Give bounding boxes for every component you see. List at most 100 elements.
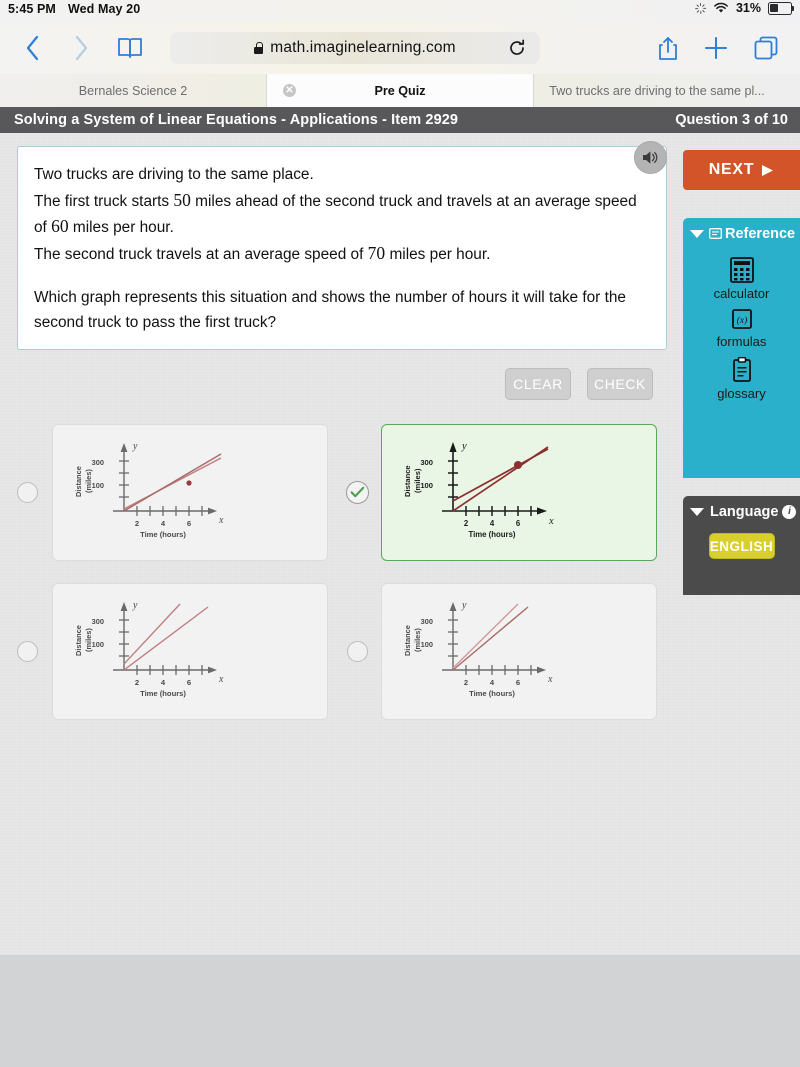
reference-tool-calculator-label: calculator: [713, 286, 770, 301]
svg-text:y: y: [461, 600, 467, 611]
status-time: 5:45 PM: [8, 2, 56, 16]
svg-text:Distance: Distance: [403, 625, 412, 656]
svg-text:x: x: [218, 515, 224, 526]
caret-down-icon[interactable]: [690, 507, 704, 516]
status-date: Wed May 20: [67, 2, 141, 16]
svg-text:x: x: [218, 674, 224, 685]
svg-text:Time (hours): Time (hours): [140, 530, 186, 539]
svg-text:2: 2: [135, 678, 139, 687]
value-speed-first: 60: [51, 216, 69, 236]
svg-text:(x): (x): [736, 315, 747, 326]
caret-down-icon[interactable]: [690, 229, 704, 238]
reference-tool-calculator[interactable]: calculator: [683, 257, 800, 301]
stem-line-2: The first truck starts 50 miles ahead of…: [34, 189, 637, 237]
plus-icon[interactable]: [704, 36, 728, 60]
correct-checkmark-icon: [346, 481, 369, 504]
next-button[interactable]: NEXT: [683, 150, 800, 190]
share-icon[interactable]: [658, 36, 678, 61]
svg-text:300: 300: [92, 458, 104, 467]
svg-text:6: 6: [516, 519, 521, 528]
svg-text:100: 100: [92, 640, 104, 649]
safari-toolbar: math.imaginelearning.com: [0, 22, 800, 74]
answer-card-c[interactable]: y x 100 300 2 4 6 Time (hours) Distance …: [52, 583, 328, 720]
svg-text:(miles): (miles): [413, 468, 422, 493]
svg-text:300: 300: [420, 458, 433, 467]
reference-tool-glossary-label: glossary: [717, 386, 766, 401]
svg-text:x: x: [548, 516, 554, 527]
book-icon[interactable]: [114, 37, 146, 59]
radio-choice-d[interactable]: [347, 641, 368, 662]
svg-text:2: 2: [464, 678, 468, 687]
graph-choice-b: y x 100 300 2 4 6 Time (hours) Distance …: [403, 441, 554, 539]
back-chevron-icon[interactable]: [18, 35, 48, 61]
toolbar-right-actions: [658, 36, 778, 61]
svg-text:Time (hours): Time (hours): [140, 689, 186, 698]
radio-choice-c[interactable]: [17, 641, 38, 662]
stem-line-1-text: Two trucks are driving to the same place…: [34, 166, 314, 183]
battery-percent: 31%: [735, 1, 761, 15]
info-icon[interactable]: i: [782, 504, 797, 519]
svg-text:6: 6: [516, 678, 520, 687]
svg-text:4: 4: [490, 678, 495, 687]
language-label: Language: [710, 503, 779, 520]
svg-text:y: y: [132, 600, 138, 611]
language-english-button[interactable]: ENGLISH: [708, 533, 775, 559]
svg-text:(miles): (miles): [84, 469, 93, 493]
clear-button[interactable]: CLEAR: [505, 368, 571, 400]
reference-panel: Reference calculator (x) formulas glossa…: [683, 218, 800, 478]
url-text: math.imaginelearning.com: [270, 39, 456, 56]
graph-choice-d: y x 100 300 2 4 6 Time (hours) Distance …: [403, 600, 553, 698]
page-title: Solving a System of Linear Equations - A…: [14, 112, 459, 128]
reference-card-icon: [709, 228, 722, 239]
lesson-header-bar: Solving a System of Linear Equations - A…: [0, 107, 800, 133]
svg-text:y: y: [461, 441, 467, 452]
svg-text:300: 300: [421, 617, 433, 626]
close-icon[interactable]: ✕: [283, 84, 296, 97]
stem-line-3: The second truck travels at an average s…: [34, 242, 491, 263]
language-header[interactable]: Language i: [683, 496, 800, 527]
language-panel: Language i ENGLISH: [683, 496, 800, 595]
svg-text:Time (hours): Time (hours): [468, 530, 515, 539]
stem-question: Which graph represents this situation an…: [34, 289, 626, 331]
tabs-icon[interactable]: [754, 36, 778, 60]
reference-tool-formulas[interactable]: (x) formulas: [683, 309, 800, 349]
browser-tab-2[interactable]: ✕ Pre Quiz: [267, 74, 534, 107]
formulas-icon: (x): [731, 309, 752, 329]
answer-action-buttons: CLEAR CHECK: [505, 368, 653, 400]
svg-text:4: 4: [161, 519, 166, 528]
browser-tab-1[interactable]: Bernales Science 2: [0, 74, 267, 107]
page-footer-area: [0, 955, 800, 1067]
answer-card-a[interactable]: y x 100 300 2 4 6 Time (hours) Distance …: [52, 424, 328, 561]
browser-tab-1-label: Bernales Science 2: [78, 83, 188, 98]
wifi-icon: [714, 2, 728, 13]
svg-text:Distance: Distance: [74, 625, 83, 656]
reference-label-group: Reference: [709, 226, 795, 242]
sync-spinner-icon: [695, 2, 707, 14]
battery-icon: [768, 1, 795, 15]
radio-choice-a[interactable]: [17, 482, 38, 503]
calculator-icon: [729, 257, 754, 283]
clipboard-icon: [732, 357, 751, 382]
reference-header[interactable]: Reference: [683, 218, 800, 249]
svg-text:Distance: Distance: [74, 466, 83, 497]
speaker-icon[interactable]: [634, 141, 667, 174]
reference-tool-formulas-label: formulas: [716, 334, 767, 349]
svg-text:x: x: [547, 674, 553, 685]
svg-text:4: 4: [161, 678, 166, 687]
answer-card-b[interactable]: y x 100 300 2 4 6 Time (hours) Distance …: [381, 424, 657, 561]
address-bar[interactable]: math.imaginelearning.com: [170, 32, 540, 64]
reference-tool-glossary[interactable]: glossary: [683, 357, 800, 401]
reload-icon[interactable]: [508, 39, 526, 62]
answer-card-d[interactable]: y x 100 300 2 4 6 Time (hours) Distance …: [381, 583, 657, 720]
svg-text:Distance: Distance: [403, 465, 412, 497]
graph-choice-c: y x 100 300 2 4 6 Time (hours) Distance …: [74, 600, 224, 698]
browser-tab-3[interactable]: Two trucks are driving to the same pl...: [534, 74, 800, 107]
svg-text:300: 300: [92, 617, 104, 626]
question-stem-card: Two trucks are driving to the same place…: [17, 146, 667, 350]
svg-text:2: 2: [135, 519, 139, 528]
browser-tab-2-label: Pre Quiz: [374, 83, 426, 98]
svg-text:100: 100: [421, 640, 433, 649]
play-triangle-icon: [762, 164, 774, 176]
check-button[interactable]: CHECK: [587, 368, 653, 400]
svg-text:(miles): (miles): [413, 628, 422, 652]
